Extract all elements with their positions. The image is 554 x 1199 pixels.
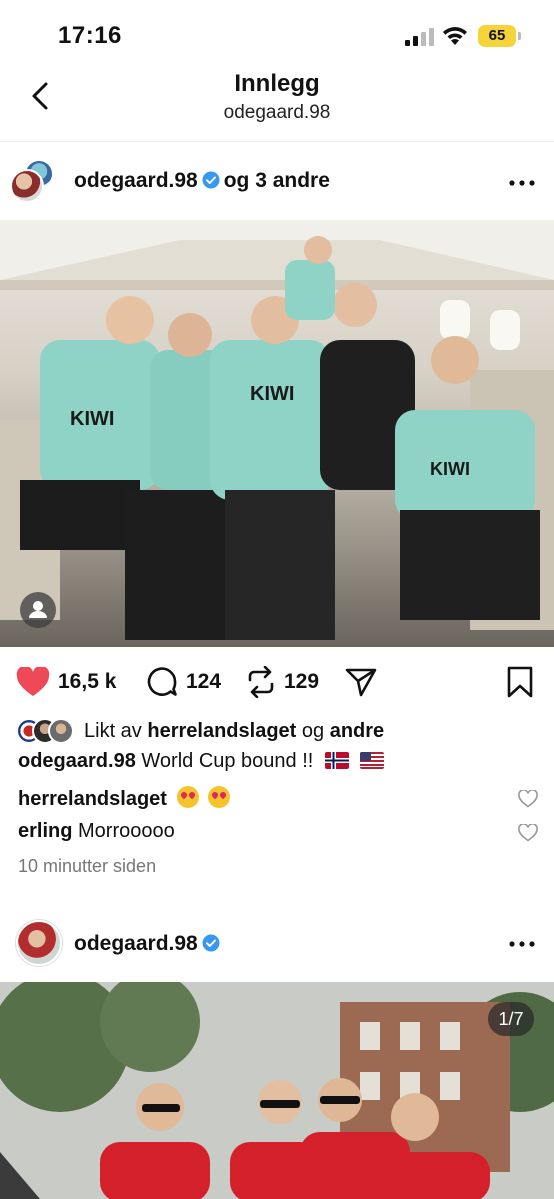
liked-by-user[interactable]: herrelandslaget xyxy=(147,720,296,742)
post-username[interactable]: odegaard.98 xyxy=(74,932,198,955)
comment-icon xyxy=(147,667,177,696)
post-username[interactable]: odegaard.98 xyxy=(74,169,198,192)
caption-text: World Cup bound !! xyxy=(141,750,314,772)
cellular-signal-icon xyxy=(405,28,434,46)
more-horizontal-icon[interactable] xyxy=(508,940,536,948)
repost-count[interactable]: 129 xyxy=(284,670,319,694)
bookmark-button[interactable] xyxy=(506,666,534,698)
send-icon xyxy=(345,668,377,697)
comment-count[interactable]: 124 xyxy=(186,670,221,694)
post-actions: 16,5 k 124 129 xyxy=(0,660,554,704)
post-header: odegaard.98 og 3 andre xyxy=(0,155,554,219)
share-button[interactable] xyxy=(345,666,377,698)
bookmark-icon xyxy=(507,666,533,698)
post-author[interactable]: odegaard.98 og 3 andre xyxy=(74,169,330,193)
post-image[interactable]: KIWI KIWI KIWI xyxy=(0,220,554,647)
coauthors-link[interactable]: og 3 andre xyxy=(224,169,330,192)
like-count[interactable]: 16,5 k xyxy=(58,670,116,694)
liked-by-prefix: Likt av xyxy=(84,719,142,742)
post-timestamp: 10 minutter siden xyxy=(18,856,157,876)
avatar xyxy=(48,718,74,744)
post-author[interactable]: odegaard.98 xyxy=(74,932,220,956)
repost-button[interactable]: 129 xyxy=(246,666,319,698)
parade-photo-illustration xyxy=(0,982,554,1199)
heart-outline-icon[interactable] xyxy=(518,824,538,842)
battery-indicator: 65 xyxy=(478,25,516,47)
verified-badge-icon xyxy=(202,171,220,189)
battery-tip xyxy=(518,32,521,40)
heart-eyes-emoji-icon xyxy=(176,786,199,808)
comment-username[interactable]: erling xyxy=(18,820,72,842)
more-horizontal-icon[interactable] xyxy=(508,179,536,187)
page-title: Innlegg xyxy=(234,70,320,97)
team-photo-illustration: KIWI KIWI KIWI xyxy=(0,220,554,640)
liked-by-row[interactable]: Likt av herrelandslaget og andre xyxy=(16,717,384,745)
collab-avatars[interactable] xyxy=(10,159,58,207)
page-header: Innlegg odegaard.98 xyxy=(0,62,554,142)
heart-outline-icon[interactable] xyxy=(518,790,538,808)
like-button[interactable]: 16,5 k xyxy=(16,666,116,698)
svg-text:KIWI: KIWI xyxy=(250,383,294,405)
liked-by-others[interactable]: andre xyxy=(330,720,384,742)
status-bar: 17:16 65 xyxy=(0,0,554,62)
avatar xyxy=(10,169,44,203)
norway-flag-icon xyxy=(324,752,349,769)
svg-text:KIWI: KIWI xyxy=(70,408,114,430)
status-time: 17:16 xyxy=(58,22,122,49)
page-subtitle[interactable]: odegaard.98 xyxy=(0,102,554,124)
tagged-user-icon[interactable] xyxy=(20,592,56,628)
liked-by-text: Likt av herrelandslaget og andre xyxy=(84,720,384,743)
person-icon xyxy=(29,601,47,618)
verified-badge-icon xyxy=(202,934,220,952)
comment-username[interactable]: herrelandslaget xyxy=(18,788,167,810)
svg-text:KIWI: KIWI xyxy=(430,459,470,479)
post-image[interactable] xyxy=(0,982,554,1199)
comment-item: erling Morrooooo xyxy=(18,820,538,848)
repost-icon xyxy=(248,666,274,698)
liked-by-conj: og xyxy=(301,719,325,742)
caption-username[interactable]: odegaard.98 xyxy=(18,750,136,772)
avatar[interactable] xyxy=(16,920,62,966)
comment-item: herrelandslaget xyxy=(18,786,538,814)
carousel-counter: 1/7 xyxy=(488,1002,534,1036)
heart-filled-icon xyxy=(16,667,50,696)
comment-text: Morrooooo xyxy=(78,820,175,842)
post-caption: odegaard.98 World Cup bound !! xyxy=(18,750,385,773)
post-header: odegaard.98 xyxy=(0,916,554,972)
heart-eyes-emoji-icon xyxy=(208,786,231,808)
comment-button[interactable]: 124 xyxy=(146,666,221,698)
usa-flag-icon xyxy=(360,752,385,769)
wifi-icon xyxy=(443,27,467,45)
